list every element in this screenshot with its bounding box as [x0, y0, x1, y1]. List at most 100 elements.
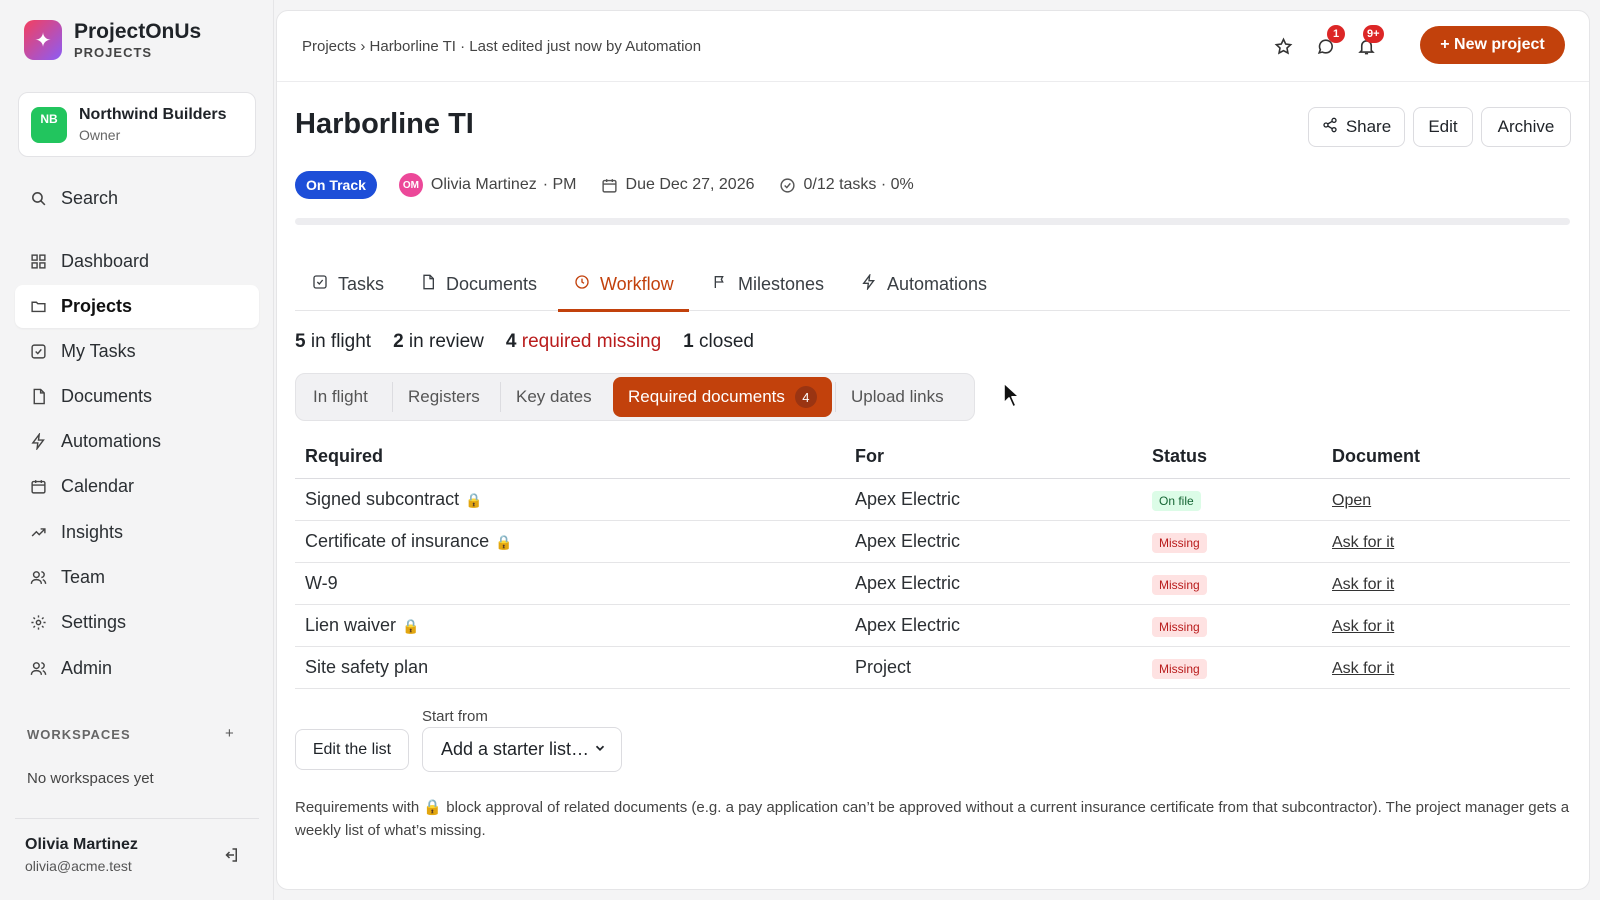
bolt-icon — [29, 433, 47, 451]
summary-in-flight: 5 in flight — [295, 331, 372, 352]
status-badge[interactable]: On Track — [295, 171, 377, 199]
select-value: Add a starter list… — [441, 739, 590, 759]
user-email: olivia@acme.test — [25, 858, 132, 874]
document-cell: Open — [1322, 478, 1570, 521]
sidebar-item-label: Search — [61, 188, 119, 208]
flag-icon — [712, 274, 728, 295]
status-cell: Missing — [1142, 520, 1322, 563]
required-cell: Certificate of insurance 🔒 — [295, 520, 845, 563]
segment-in-flight[interactable]: In flight — [313, 374, 368, 420]
sidebar-item-search[interactable]: Search — [15, 177, 259, 220]
segment-registers[interactable]: Registers — [408, 374, 480, 420]
tab-automations[interactable]: Automations — [861, 257, 987, 311]
tab-milestones[interactable]: Milestones — [712, 257, 824, 311]
column-header-required: Required — [295, 436, 845, 479]
folder-icon — [29, 298, 47, 316]
calendar-icon — [601, 177, 618, 194]
table-row: Site safety plan Project Missing Ask for… — [295, 646, 1570, 689]
required-cell: W-9 — [295, 562, 845, 605]
progress-bar — [295, 218, 1570, 225]
sidebar-item-calendar[interactable]: Calendar — [15, 465, 259, 508]
segment-key-dates[interactable]: Key dates — [516, 374, 592, 420]
sidebar: ✦ ProjectOnUs PROJECTS NB Northwind Buil… — [0, 0, 274, 900]
share-button[interactable]: Share — [1308, 107, 1405, 147]
logout-icon[interactable] — [222, 846, 240, 869]
tab-tasks[interactable]: Tasks — [312, 257, 384, 311]
requirements-footnote: Requirements with 🔒 block approval of re… — [295, 799, 1570, 839]
sidebar-item-dashboard[interactable]: Dashboard — [15, 240, 259, 283]
user-name: Olivia Martinez — [25, 836, 138, 853]
sidebar-item-label: Dashboard — [61, 251, 150, 271]
tab-label: Workflow — [600, 273, 674, 294]
tab-documents[interactable]: Documents — [420, 257, 537, 311]
sidebar-item-projects[interactable]: Projects — [15, 285, 259, 328]
status-badge: Missing — [1152, 616, 1207, 637]
lock-icon: 🔒 — [495, 533, 513, 550]
sidebar-item-label: Calendar — [61, 476, 135, 496]
sidebar-item-insights[interactable]: Insights — [15, 511, 259, 554]
status-cell: Missing — [1142, 604, 1322, 647]
document-cell: Ask for it — [1322, 520, 1570, 563]
workspaces-heading: WORKSPACES — [27, 727, 131, 742]
segment-upload-links[interactable]: Upload links — [851, 374, 944, 420]
clock-icon — [574, 274, 590, 295]
gear-icon — [29, 614, 47, 632]
column-header-for: For — [845, 436, 1142, 479]
brand[interactable]: ✦ ProjectOnUs PROJECTS — [24, 20, 201, 60]
archive-button[interactable]: Archive — [1481, 107, 1571, 147]
star-icon[interactable] — [1274, 37, 1293, 61]
workflow-summary: 5 in flight 2 in review 4 required missi… — [295, 331, 754, 353]
task-progress-text: 0/12 tasks · 0% — [803, 176, 914, 193]
starter-list-select[interactable]: Add a starter list… — [422, 727, 622, 772]
due-date: Due Dec 27, 2026 — [625, 176, 755, 193]
summary-in-review: 2 in review — [393, 331, 484, 352]
status-badge: Missing — [1152, 532, 1207, 553]
sidebar-item-my-tasks[interactable]: My Tasks — [15, 330, 259, 373]
ask-for-it-link[interactable]: Ask for it — [1332, 618, 1394, 635]
segment-required-documents[interactable]: Required documents 4 — [613, 377, 832, 417]
project-meta: On Track OM Olivia Martinez · PM Due Dec… — [295, 171, 914, 199]
tab-workflow[interactable]: Workflow — [558, 257, 689, 312]
status-badge: Missing — [1152, 658, 1207, 679]
segment-label: Required documents — [628, 387, 785, 406]
page-title: Harborline TI — [295, 108, 474, 140]
sidebar-item-label: Admin — [61, 658, 113, 678]
sidebar-item-label: Settings — [61, 612, 127, 632]
avatar: OM — [398, 173, 423, 197]
sidebar-item-label: Team — [61, 567, 106, 587]
for-cell: Project — [845, 646, 1142, 689]
org-avatar: NB — [31, 106, 67, 143]
edit-list-button[interactable]: Edit the list — [295, 729, 409, 770]
status-badge: Missing — [1152, 574, 1207, 595]
sidebar-item-settings[interactable]: Settings — [15, 601, 259, 644]
ask-for-it-link[interactable]: Ask for it — [1332, 576, 1394, 593]
sidebar-item-documents[interactable]: Documents — [15, 375, 259, 418]
add-workspace-button[interactable]: + — [225, 725, 234, 742]
edit-button[interactable]: Edit — [1413, 107, 1473, 147]
table-header-row: Required For Status Document — [295, 436, 1570, 479]
team-icon — [29, 569, 47, 587]
mouse-cursor-icon — [1002, 381, 1024, 414]
project-manager-name: Olivia Martinez — [430, 176, 537, 193]
workflow-segmented-control: In flight Registers Key dates Required d… — [295, 373, 975, 421]
ask-for-it-link[interactable]: Ask for it — [1332, 660, 1394, 677]
new-project-button[interactable]: + New project — [1420, 26, 1565, 64]
project-manager-role: · PM — [542, 176, 577, 193]
org-name: Northwind Builders — [79, 106, 227, 123]
open-document-link[interactable]: Open — [1332, 492, 1371, 509]
for-cell: Apex Electric — [845, 562, 1142, 605]
start-from-label: Start from — [422, 708, 488, 725]
for-cell: Apex Electric — [845, 604, 1142, 647]
sidebar-item-automations[interactable]: Automations — [15, 420, 259, 463]
tab-label: Documents — [446, 273, 538, 294]
table-row: Certificate of insurance 🔒 Apex Electric … — [295, 520, 1570, 563]
ask-for-it-link[interactable]: Ask for it — [1332, 534, 1394, 551]
breadcrumb[interactable]: Projects › Harborline TI · Last edited j… — [302, 38, 701, 55]
required-cell: Lien waiver 🔒 — [295, 604, 845, 647]
workspaces-empty-text: No workspaces yet — [27, 770, 154, 787]
sidebar-item-team[interactable]: Team — [15, 556, 259, 599]
org-switcher[interactable]: NB Northwind Builders Owner — [18, 92, 256, 157]
main-panel: Projects › Harborline TI · Last edited j… — [276, 10, 1590, 890]
sidebar-item-admin[interactable]: Admin — [15, 647, 259, 690]
sidebar-divider — [15, 818, 259, 819]
